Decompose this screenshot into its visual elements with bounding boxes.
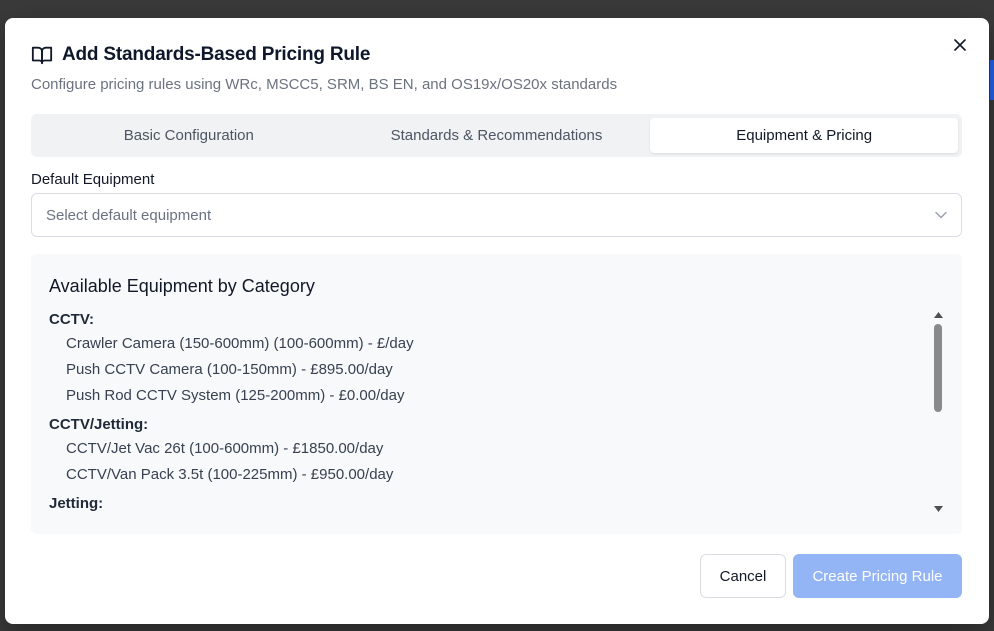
- list-item: Crawler Camera (150-600mm) (100-600mm) -…: [66, 335, 414, 352]
- category-group-cctv-jetting: CCTV/Jetting: CCTV/Jet Vac 26t (100-600m…: [49, 414, 962, 488]
- pricing-rule-dialog: Add Standards-Based Pricing Rule Configu…: [5, 18, 989, 624]
- tab-list: Basic Configuration Standards & Recommen…: [31, 114, 962, 157]
- chevron-down-icon: [935, 211, 947, 219]
- cancel-button[interactable]: Cancel: [700, 554, 786, 598]
- dialog-title: Add Standards-Based Pricing Rule: [62, 44, 371, 65]
- category-header: Jetting:: [49, 495, 104, 512]
- create-pricing-rule-button[interactable]: Create Pricing Rule: [793, 554, 962, 598]
- scrollbar-thumb[interactable]: [934, 324, 942, 412]
- equipment-scroll-area[interactable]: CCTV: Crawler Camera (150-600mm) (100-60…: [31, 304, 962, 526]
- scroll-down-arrow[interactable]: [932, 504, 944, 514]
- close-icon: [954, 39, 966, 51]
- backdrop-page-accent: [990, 60, 994, 100]
- category-group-jetting: Jetting:: [49, 493, 962, 515]
- book-open-icon: [31, 46, 53, 65]
- close-button[interactable]: [951, 36, 969, 54]
- scroll-up-arrow[interactable]: [932, 310, 944, 320]
- available-equipment-panel: Available Equipment by Category CCTV: Cr…: [31, 254, 962, 534]
- list-item: CCTV/Jet Vac 26t (100-600mm) - £1850.00/…: [66, 440, 384, 457]
- panel-title: Available Equipment by Category: [49, 276, 315, 296]
- scrollbar[interactable]: [932, 310, 944, 514]
- list-item: CCTV/Van Pack 3.5t (100-225mm) - £950.00…: [66, 466, 394, 483]
- list-item: Push Rod CCTV System (125-200mm) - £0.00…: [66, 387, 405, 404]
- category-header: CCTV:: [49, 311, 94, 328]
- caret-up-icon: [933, 312, 943, 318]
- category-header: CCTV/Jetting:: [49, 416, 149, 433]
- dialog-header: Add Standards-Based Pricing Rule: [31, 44, 370, 66]
- default-equipment-placeholder: Select default equipment: [46, 206, 212, 224]
- default-equipment-select[interactable]: Select default equipment: [31, 193, 962, 237]
- default-equipment-label: Default Equipment: [31, 171, 155, 188]
- category-group-cctv: CCTV: Crawler Camera (150-600mm) (100-60…: [49, 309, 962, 409]
- tab-equipment-pricing[interactable]: Equipment & Pricing: [650, 118, 959, 153]
- list-item: Push CCTV Camera (100-150mm) - £895.00/d…: [66, 361, 393, 378]
- dialog-subtitle: Configure pricing rules using WRc, MSCC5…: [31, 76, 618, 93]
- caret-down-icon: [933, 506, 943, 512]
- tab-basic-configuration[interactable]: Basic Configuration: [35, 118, 343, 153]
- tab-standards-recommendations[interactable]: Standards & Recommendations: [343, 118, 651, 153]
